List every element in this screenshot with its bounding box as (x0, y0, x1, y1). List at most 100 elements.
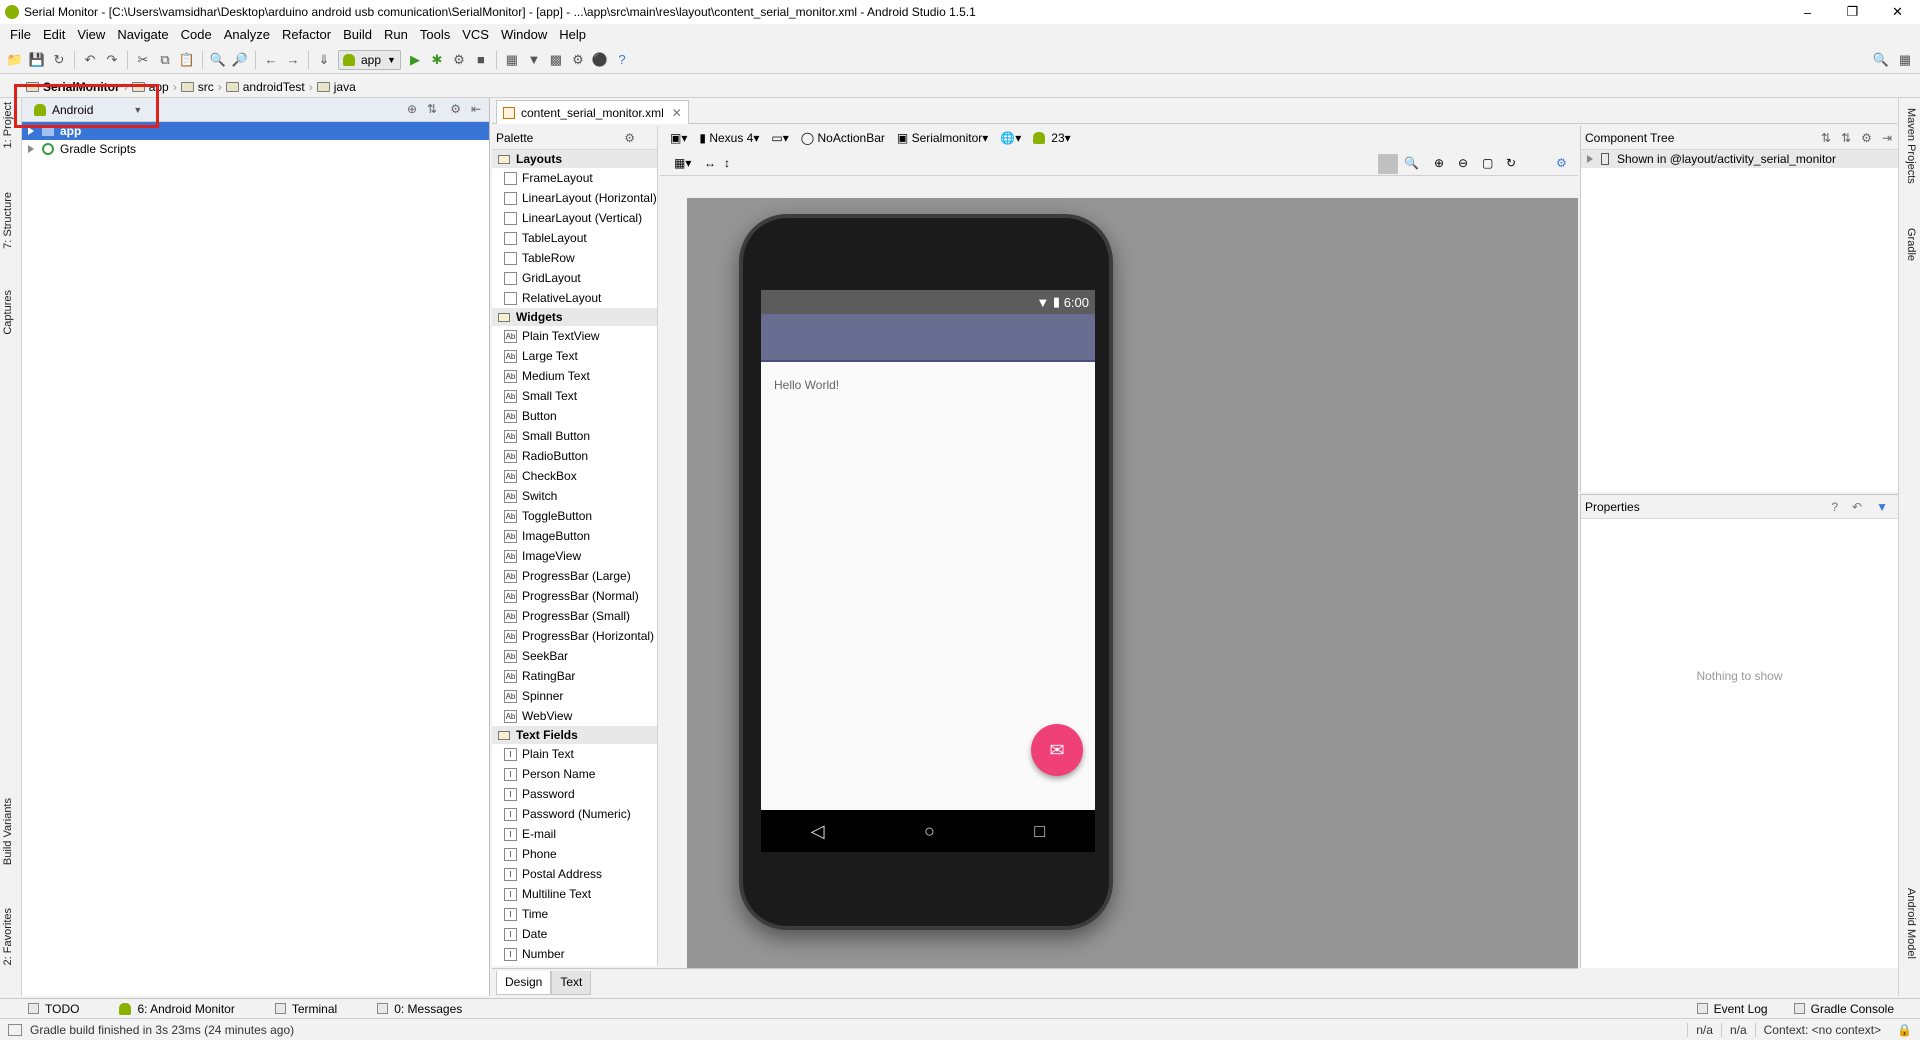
tab-text[interactable]: Text (551, 970, 592, 995)
palette-item[interactable]: I Date (492, 924, 657, 944)
palette-item[interactable]: TableRow (492, 248, 657, 268)
scroll-from-source-icon[interactable]: ⊕ (407, 102, 417, 116)
minimize-button[interactable]: – (1785, 0, 1830, 24)
tree-item-gradle-scripts[interactable]: Gradle Scripts (22, 140, 489, 158)
tab-build-variants[interactable]: Build Variants (2, 798, 14, 865)
menu-edit[interactable]: Edit (37, 27, 71, 42)
menu-analyze[interactable]: Analyze (218, 27, 276, 42)
palette-item[interactable]: Ab ProgressBar (Normal) (492, 586, 657, 606)
tab-content-serial-monitor[interactable]: content_serial_monitor.xml ✕ (496, 100, 689, 124)
menu-code[interactable]: Code (175, 27, 218, 42)
filter-icon[interactable]: ▼ (1876, 500, 1888, 514)
palette-item[interactable]: I Password (492, 784, 657, 804)
palette-item[interactable]: Ab Plain TextView (492, 326, 657, 346)
project-structure-icon[interactable]: ▦ (501, 49, 523, 71)
hide-panel-icon[interactable]: ⇥ (1882, 131, 1892, 145)
tab-event-log[interactable]: Event Log (1696, 1002, 1768, 1016)
expand-arrow-icon[interactable] (28, 127, 34, 135)
palette-category[interactable]: Layouts (492, 150, 657, 168)
gear-icon[interactable]: ⚙ (624, 131, 635, 145)
zoom-actual-icon[interactable] (1378, 154, 1398, 174)
design-canvas[interactable]: ▼ ▮ 6:00 Hello World! ✉ ◁ ○ □ (687, 198, 1578, 968)
debug-icon[interactable]: ✱ (426, 49, 448, 71)
palette-item[interactable]: I Postal Address (492, 864, 657, 884)
tab-android-monitor[interactable]: 6: Android Monitor (119, 1002, 235, 1016)
menu-run[interactable]: Run (378, 27, 414, 42)
menu-navigate[interactable]: Navigate (111, 27, 174, 42)
palette-item[interactable]: TableLayout (492, 228, 657, 248)
collapse-all-icon[interactable]: ⇅ (1841, 131, 1851, 145)
redo-icon[interactable]: ↷ (101, 49, 123, 71)
breadcrumb-java[interactable]: java (313, 80, 360, 94)
breadcrumb-androidtest[interactable]: androidTest (222, 80, 309, 94)
palette-item[interactable]: Ab Switch (492, 486, 657, 506)
palette-item[interactable]: Ab Spinner (492, 686, 657, 706)
breadcrumb-src[interactable]: src (177, 80, 218, 94)
tab-todo[interactable]: TODO (28, 1002, 79, 1016)
fab-mail-button[interactable]: ✉ (1031, 724, 1083, 776)
palette-item[interactable]: Ab Small Text (492, 386, 657, 406)
palette-item[interactable]: I Multiline Text (492, 884, 657, 904)
zoom-fit-icon[interactable]: 🔍 (1404, 156, 1419, 170)
palette-item[interactable]: I E-mail (492, 824, 657, 844)
tab-terminal[interactable]: Terminal (274, 1002, 337, 1016)
activity-select[interactable]: ▣ Serialmonitor ▾ (897, 131, 988, 145)
fit-height-icon[interactable]: ↕ (724, 156, 730, 170)
palette-item[interactable]: Ab WebView (492, 706, 657, 726)
zoom-out-icon[interactable]: ⊖ (1458, 156, 1468, 170)
gear-icon[interactable]: ⚙ (1861, 131, 1872, 145)
make-project-icon[interactable]: ⇓ (313, 49, 335, 71)
expand-arrow-icon[interactable] (1587, 155, 1593, 163)
search-icon[interactable]: 🔍 (1870, 49, 1892, 71)
palette-item[interactable]: I Person Name (492, 764, 657, 784)
paste-icon[interactable]: 📋 (176, 49, 198, 71)
palette-item[interactable]: Ab ProgressBar (Small) (492, 606, 657, 626)
tab-android-model[interactable]: Android Model (1905, 888, 1917, 959)
run-config-select[interactable]: app ▼ (338, 49, 401, 70)
tab-maven-projects[interactable]: Maven Projects (1905, 108, 1917, 184)
fit-width-icon[interactable]: ↔ (704, 156, 716, 170)
panel-toggle-icon[interactable] (8, 1023, 22, 1036)
menu-refactor[interactable]: Refactor (276, 27, 337, 42)
gear-icon[interactable]: ⚙ (450, 102, 461, 116)
zoom-in-icon[interactable]: ⊕ (1434, 156, 1444, 170)
palette-item[interactable]: I Number (492, 944, 657, 964)
palette-item[interactable]: FrameLayout (492, 168, 657, 188)
menu-tools[interactable]: Tools (414, 27, 456, 42)
tab-messages[interactable]: 0: Messages (377, 1002, 462, 1016)
palette-item[interactable]: Ab Medium Text (492, 366, 657, 386)
palette-item[interactable]: Ab Small Button (492, 426, 657, 446)
resize-icon[interactable]: ▦▾ (674, 156, 691, 170)
tab-gradle-console[interactable]: Gradle Console (1793, 1002, 1894, 1016)
save-icon[interactable]: 💾 (26, 49, 48, 71)
api-select[interactable]: 23 ▾ (1033, 131, 1071, 145)
menu-window[interactable]: Window (495, 27, 553, 42)
undo-icon[interactable]: ↶ (79, 49, 101, 71)
palette-item[interactable]: I Password (Numeric) (492, 804, 657, 824)
close-button[interactable]: ✕ (1875, 0, 1920, 24)
expand-arrow-icon[interactable] (28, 145, 34, 153)
palette-item[interactable]: Ab ProgressBar (Horizontal) (492, 626, 657, 646)
event-log-icon[interactable]: ▦ (1894, 49, 1916, 71)
palette-item[interactable]: Ab ImageButton (492, 526, 657, 546)
tab-favorites[interactable]: 2: Favorites (2, 908, 14, 965)
gear-icon[interactable]: ⚙ (1556, 156, 1567, 170)
tab-design[interactable]: Design (496, 970, 552, 995)
palette-item[interactable]: Ab CheckBox (492, 466, 657, 486)
refresh-icon[interactable]: ↻ (1506, 156, 1516, 170)
palette-item[interactable]: Ab Button (492, 406, 657, 426)
orientation-icon[interactable]: ▭▾ (771, 131, 788, 145)
expand-all-icon[interactable]: ⇅ (1821, 131, 1831, 145)
help-icon[interactable]: ? (1831, 500, 1838, 514)
avd-manager-icon[interactable]: ▩ (545, 49, 567, 71)
palette-item[interactable]: Ab SeekBar (492, 646, 657, 666)
palette-item[interactable]: GridLayout (492, 268, 657, 288)
help-icon[interactable]: ? (611, 49, 633, 71)
hello-textview[interactable]: Hello World! (774, 378, 839, 392)
theme-select[interactable]: ◯ NoActionBar (801, 131, 885, 145)
palette-item[interactable]: LinearLayout (Vertical) (492, 208, 657, 228)
locale-icon[interactable]: 🌐▾ (1000, 131, 1021, 145)
find-icon[interactable]: 🔍 (207, 49, 229, 71)
component-tree-row[interactable]: Shown in @layout/activity_serial_monitor (1581, 150, 1898, 168)
cut-icon[interactable]: ✂ (132, 49, 154, 71)
